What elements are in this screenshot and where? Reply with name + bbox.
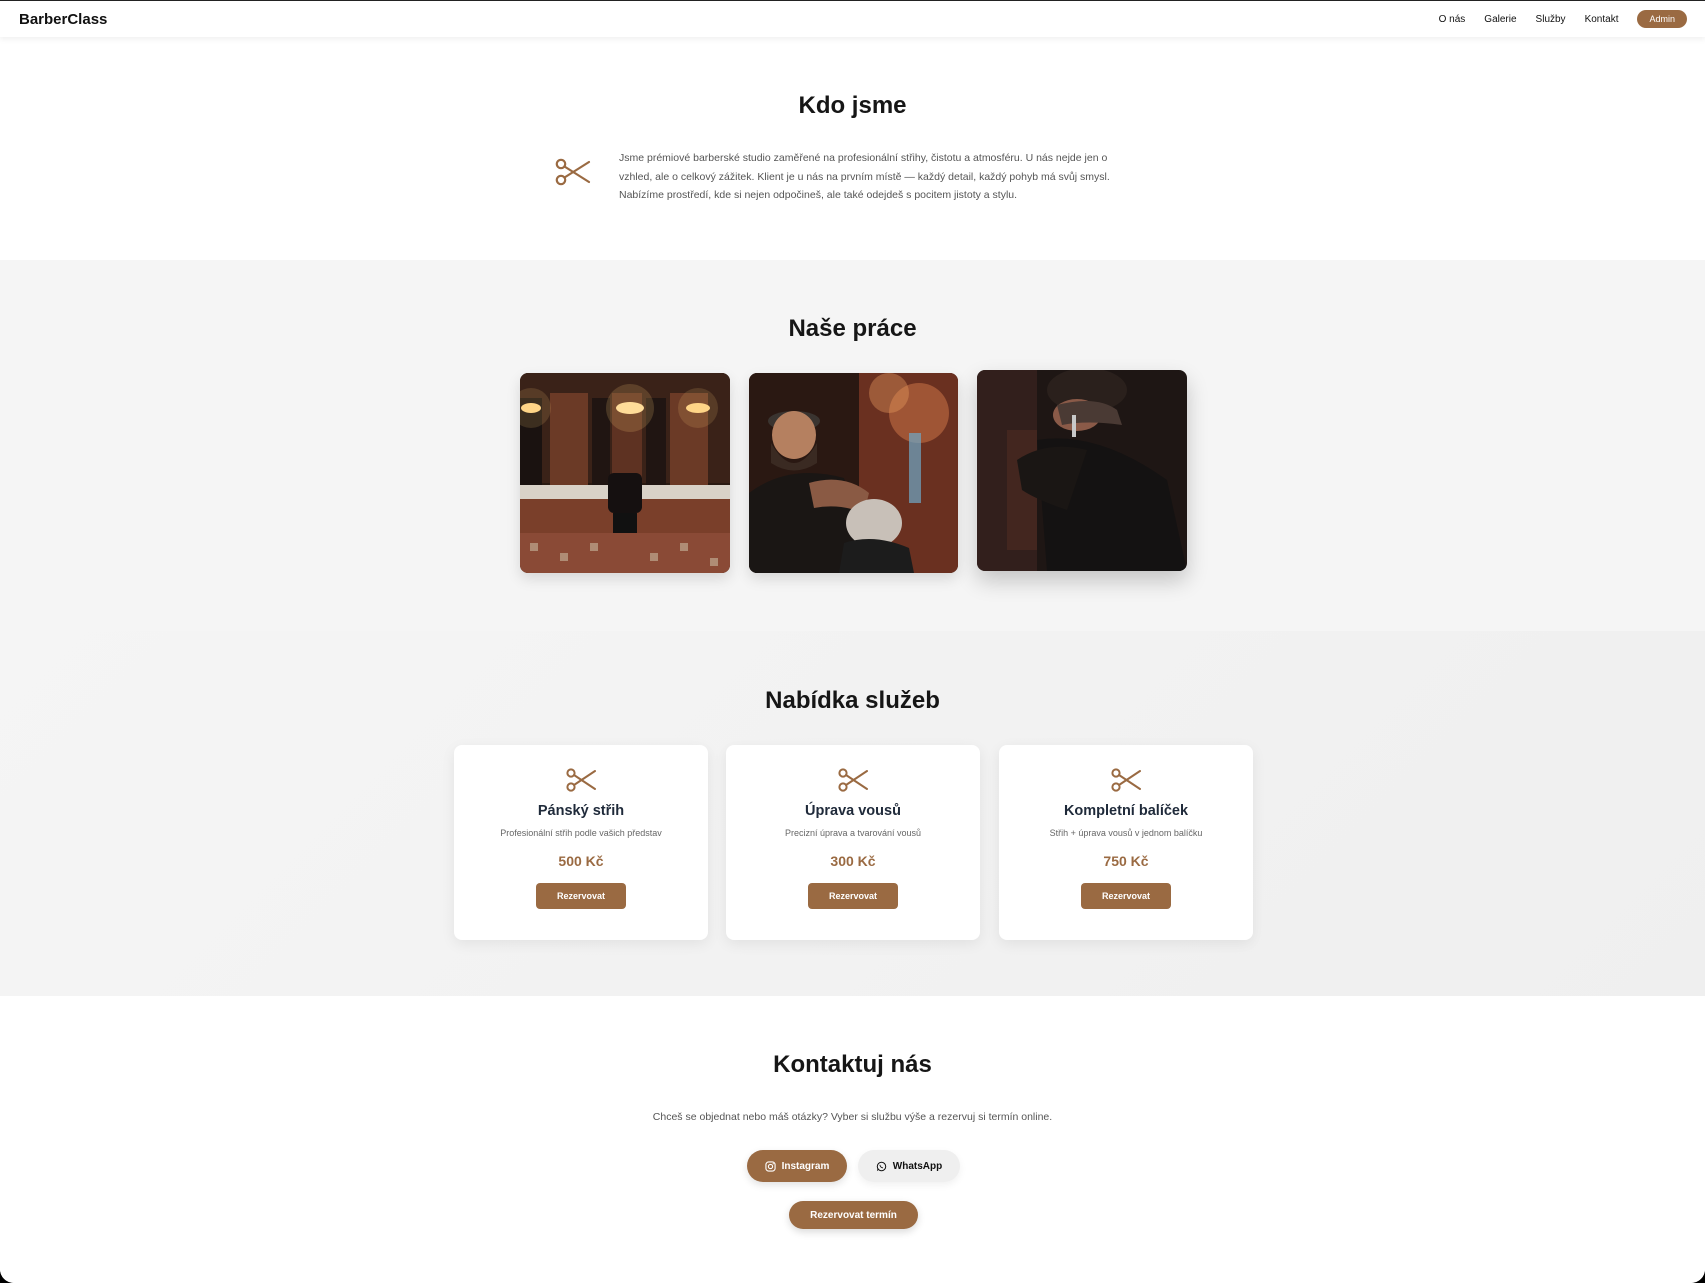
about-text-line: Nabízíme prostředí, kde si nejen odpočin… (619, 189, 1018, 201)
scissors-icon (555, 158, 591, 186)
gallery-title: Naše práce (788, 315, 917, 342)
service-price: 750 Kč (1103, 853, 1149, 869)
scissors-icon (838, 768, 868, 792)
service-title: Úprava vousů (805, 803, 901, 819)
scissors-icon (566, 768, 596, 792)
about-content: Jsme prémiové barberské studio zaměřené … (555, 149, 1155, 219)
scissors-icon (1111, 768, 1141, 792)
gallery-photo-shave[interactable] (977, 370, 1187, 571)
service-title: Kompletní balíček (1063, 803, 1189, 819)
gallery-section: Naše práce (0, 260, 1705, 631)
service-price: 300 Kč (830, 853, 876, 869)
services-title: Nabídka služeb (765, 687, 940, 714)
gallery-photo-interior[interactable] (520, 373, 730, 573)
service-card: Pánský střih Profesionální střih podle v… (454, 745, 708, 940)
contact-title: Kontaktuj nás (773, 1051, 932, 1078)
service-description: Precizní úprava a tvarování vousů (784, 828, 922, 838)
instagram-label: Instagram (781, 1160, 830, 1172)
service-card: Úprava vousů Precizní úprava a tvarování… (726, 745, 980, 940)
instagram-button[interactable]: Instagram (747, 1150, 847, 1182)
service-description: Profesionální střih podle vašich předsta… (500, 828, 662, 838)
nav-link-gallery[interactable]: Galerie (1484, 14, 1516, 25)
about-text-line: vzhled, ale o celkový zážitek. Klient je… (619, 170, 1110, 183)
contact-section: Kontaktuj nás Chceš se objednat nebo máš… (0, 996, 1705, 1283)
whatsapp-icon (876, 1161, 886, 1171)
page: BarberClass O nás Galerie Služby Kontakt… (0, 0, 1705, 1283)
contact-text: Chceš se objednat nebo máš otázky? Vyber… (652, 1111, 1053, 1123)
service-price: 500 Kč (558, 853, 604, 869)
reserve-button[interactable]: Rezervovat (1081, 883, 1171, 909)
top-navbar: BarberClass O nás Galerie Služby Kontakt… (0, 0, 1705, 37)
services-section: Nabídka služeb Pánský střih Profesionáln… (0, 631, 1705, 996)
service-title: Pánský střih (537, 803, 625, 819)
whatsapp-button[interactable]: WhatsApp (858, 1150, 960, 1182)
nav-link-services[interactable]: Služby (1536, 14, 1566, 25)
about-text-line: Jsme prémiové barberské studio zaměřené … (619, 152, 1108, 164)
book-appointment-button[interactable]: Rezervovat termín (789, 1201, 918, 1229)
about-title: Kdo jsme (798, 92, 907, 119)
about-text: Jsme prémiové barberské studio zaměřené … (619, 149, 1149, 205)
reserve-button[interactable]: Rezervovat (808, 883, 898, 909)
service-card: Kompletní balíček Střih + úprava vousů v… (999, 745, 1253, 940)
service-description: Střih + úprava vousů v jednom balíčku (1049, 828, 1203, 838)
admin-button[interactable]: Admin (1637, 10, 1687, 28)
about-section: Kdo jsme Jsme prémiové barberské studio … (0, 37, 1705, 260)
instagram-icon (764, 1160, 776, 1172)
gallery-photo-haircut[interactable] (749, 373, 958, 573)
nav-link-contact[interactable]: Kontakt (1585, 14, 1619, 25)
nav-link-about[interactable]: O nás (1439, 14, 1466, 25)
reserve-button[interactable]: Rezervovat (536, 883, 626, 909)
nav-links: O nás Galerie Služby Kontakt Admin (1420, 10, 1687, 28)
brand-logo[interactable]: BarberClass (19, 11, 107, 28)
whatsapp-label: WhatsApp (892, 1160, 943, 1172)
